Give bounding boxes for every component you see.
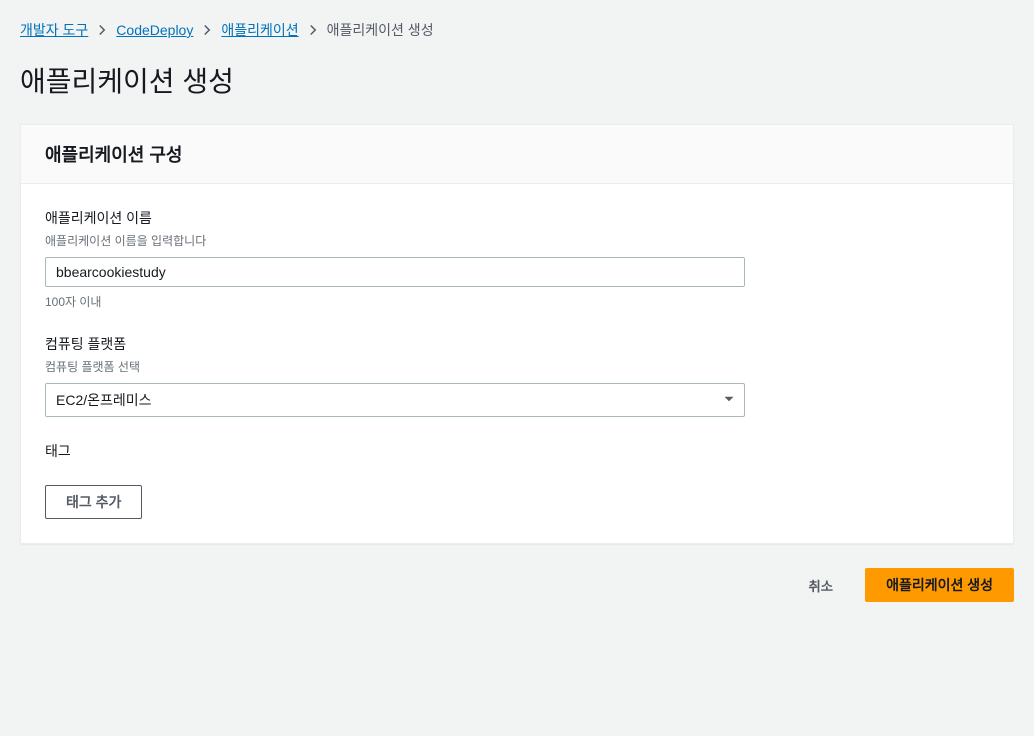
platform-label: 컴퓨팅 플랫폼	[45, 334, 989, 354]
app-config-card: 애플리케이션 구성 애플리케이션 이름 애플리케이션 이름을 입력합니다 100…	[20, 124, 1014, 544]
card-body: 애플리케이션 이름 애플리케이션 이름을 입력합니다 100자 이내 컴퓨팅 플…	[21, 184, 1013, 543]
app-name-label: 애플리케이션 이름	[45, 208, 989, 228]
add-tag-button[interactable]: 태그 추가	[45, 485, 142, 519]
cancel-button[interactable]: 취소	[789, 570, 854, 601]
chevron-right-icon	[307, 24, 319, 36]
breadcrumb-current: 애플리케이션 생성	[327, 20, 434, 40]
breadcrumb: 개발자 도구 CodeDeploy 애플리케이션 애플리케이션 생성	[20, 20, 1014, 40]
app-name-group: 애플리케이션 이름 애플리케이션 이름을 입력합니다 100자 이내	[45, 208, 989, 310]
page-title: 애플리케이션 생성	[20, 60, 1014, 100]
platform-select-button[interactable]: EC2/온프레미스	[45, 383, 745, 417]
chevron-right-icon	[96, 24, 108, 36]
card-header: 애플리케이션 구성	[21, 125, 1013, 184]
platform-select[interactable]: EC2/온프레미스	[45, 383, 745, 417]
breadcrumb-link-applications[interactable]: 애플리케이션	[221, 20, 298, 40]
breadcrumb-link-codedeploy[interactable]: CodeDeploy	[116, 22, 193, 38]
platform-hint: 컴퓨팅 플랫폼 선택	[45, 358, 989, 375]
app-name-hint: 애플리케이션 이름을 입력합니다	[45, 232, 989, 249]
chevron-right-icon	[201, 24, 213, 36]
create-application-button[interactable]: 애플리케이션 생성	[865, 568, 1014, 602]
tags-label: 태그	[45, 441, 989, 461]
footer-actions: 취소 애플리케이션 생성	[20, 568, 1014, 602]
breadcrumb-link-devtools[interactable]: 개발자 도구	[20, 20, 88, 40]
app-name-input[interactable]	[45, 257, 745, 287]
card-header-title: 애플리케이션 구성	[45, 141, 989, 167]
tags-group: 태그 태그 추가	[45, 441, 989, 519]
app-name-helper: 100자 이내	[45, 293, 989, 310]
platform-group: 컴퓨팅 플랫폼 컴퓨팅 플랫폼 선택 EC2/온프레미스	[45, 334, 989, 417]
